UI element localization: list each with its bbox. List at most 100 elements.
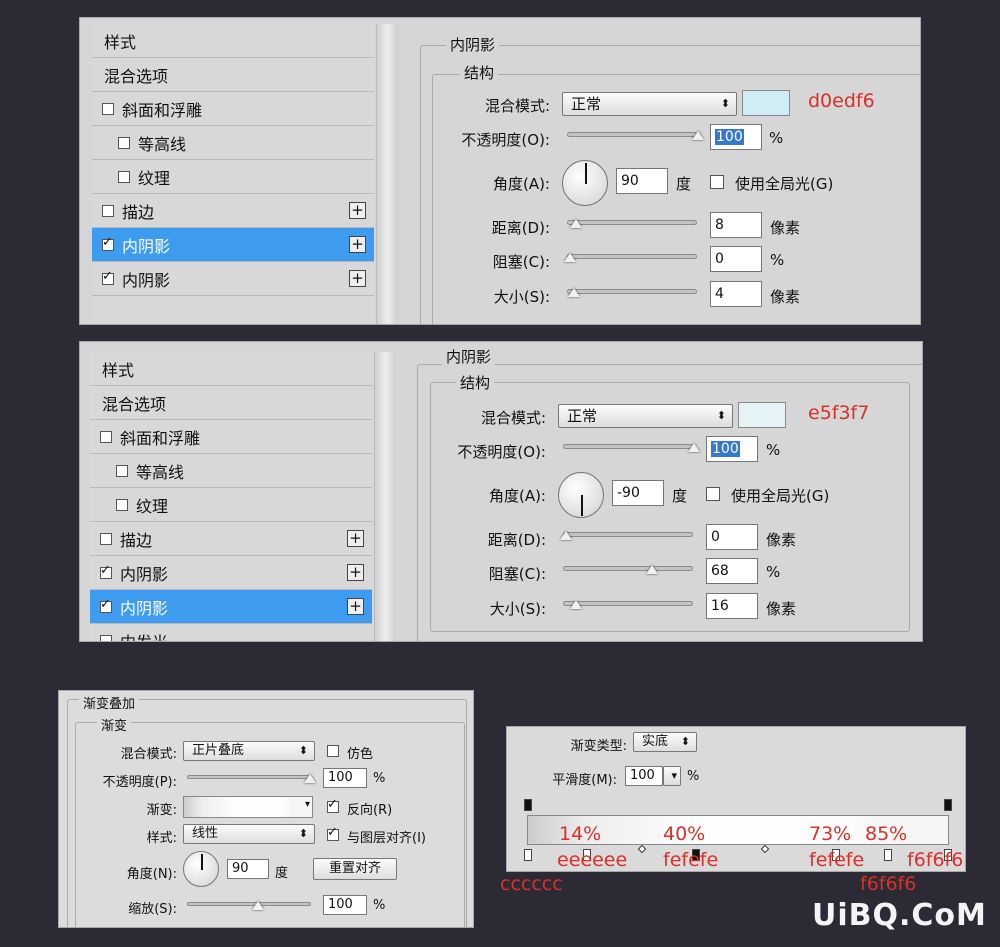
angle-input[interactable]: -90	[612, 480, 664, 506]
choke-input[interactable]: 68	[706, 558, 758, 584]
choke-slider[interactable]	[564, 253, 697, 262]
choke-slider[interactable]	[563, 565, 693, 574]
angle-input[interactable]: 90	[227, 859, 269, 879]
slider-thumb[interactable]	[570, 219, 582, 228]
distance-slider[interactable]	[560, 531, 693, 540]
add-icon[interactable]: +	[349, 236, 366, 253]
sidebar-item-contour[interactable]: 等高线	[92, 126, 374, 160]
reverse-checkbox[interactable]	[327, 797, 339, 813]
blend-mode-select[interactable]: 正常 ⬍	[562, 92, 737, 116]
opacity-input[interactable]: 100	[710, 124, 762, 150]
opacity-slider[interactable]	[563, 443, 700, 452]
checkbox[interactable]	[100, 430, 112, 443]
scrollbar[interactable]	[376, 24, 398, 324]
global-light-checkbox[interactable]	[706, 487, 720, 501]
gradient-type-select[interactable]: 实底 ⬍	[633, 732, 697, 752]
blend-mode-select[interactable]: 正常 ⬍	[558, 404, 733, 428]
sidebar-item-stroke[interactable]: 描边 +	[90, 522, 372, 556]
add-icon[interactable]: +	[347, 530, 364, 547]
sidebar-item-contour[interactable]: 等高线	[90, 454, 372, 488]
color-stop-85[interactable]	[884, 849, 892, 861]
checkbox[interactable]	[100, 532, 112, 545]
sidebar-item-label: 描边	[120, 530, 153, 550]
angle-dial[interactable]	[558, 472, 604, 518]
size-slider[interactable]	[563, 600, 693, 609]
distance-input[interactable]: 0	[706, 524, 758, 550]
sidebar-item-inner-shadow-2[interactable]: 内阴影 +	[92, 262, 374, 296]
sidebar-item-texture[interactable]: 纹理	[90, 488, 372, 522]
angle-dial[interactable]	[562, 160, 608, 206]
size-input[interactable]: 4	[710, 281, 762, 307]
midpoint-marker[interactable]	[760, 844, 770, 854]
size-input[interactable]: 16	[706, 593, 758, 619]
reset-align-button[interactable]: 重置对齐	[313, 858, 397, 880]
slider-thumb[interactable]	[560, 531, 572, 540]
shadow-color-swatch[interactable]	[738, 402, 786, 428]
checkbox[interactable]	[118, 170, 130, 183]
add-icon[interactable]: +	[349, 270, 366, 287]
sidebar-item-blending-options[interactable]: 混合选项	[92, 58, 374, 92]
size-slider[interactable]	[567, 288, 697, 297]
choke-input[interactable]: 0	[710, 246, 762, 272]
slider-thumb[interactable]	[692, 131, 704, 140]
sidebar-item-inner-shadow[interactable]: 内阴影 +	[90, 556, 372, 590]
sidebar-item-inner-shadow[interactable]: 内阴影 +	[92, 228, 374, 262]
checkbox[interactable]	[102, 204, 114, 217]
checkbox[interactable]	[100, 597, 112, 613]
add-icon[interactable]: +	[347, 598, 364, 615]
reset-align-label: 重置对齐	[328, 861, 381, 876]
shadow-color-swatch[interactable]	[742, 90, 790, 116]
slider-thumb[interactable]	[564, 253, 576, 262]
sidebar-item-blending-options[interactable]: 混合选项	[90, 386, 372, 420]
distance-label: 距离(D):	[487, 531, 546, 549]
checkbox[interactable]	[100, 634, 112, 641]
slider-thumb[interactable]	[252, 901, 264, 910]
opacity-slider[interactable]	[187, 774, 316, 783]
scale-slider[interactable]	[187, 901, 311, 910]
sidebar-item-texture[interactable]: 纹理	[92, 160, 374, 194]
slider-thumb[interactable]	[570, 600, 582, 609]
angle-dial[interactable]	[183, 851, 219, 887]
add-icon[interactable]: +	[349, 202, 366, 219]
sidebar-item-inner-glow[interactable]: 内发光	[90, 624, 372, 641]
smoothness-stepper[interactable]: ▾	[663, 766, 681, 786]
opacity-stop-right[interactable]	[944, 799, 952, 811]
sidebar-item-bevel-emboss[interactable]: 斜面和浮雕	[90, 420, 372, 454]
slider-thumb[interactable]	[646, 565, 658, 574]
sidebar-item-bevel-emboss[interactable]: 斜面和浮雕	[92, 92, 374, 126]
align-layer-checkbox[interactable]	[327, 825, 339, 841]
checkbox[interactable]	[116, 464, 128, 477]
checkbox[interactable]	[118, 136, 130, 149]
checkbox[interactable]	[100, 563, 112, 579]
sidebar-item-inner-shadow-2[interactable]: 内阴影 +	[90, 590, 372, 624]
scrollbar[interactable]	[374, 352, 396, 641]
add-icon[interactable]: +	[347, 564, 364, 581]
checkbox[interactable]	[116, 498, 128, 511]
checkbox[interactable]	[102, 269, 114, 285]
distance-input[interactable]: 8	[710, 212, 762, 238]
checkbox[interactable]	[102, 102, 114, 115]
angle-input[interactable]: 90	[616, 168, 668, 194]
sidebar-item-styles[interactable]: 样式	[90, 352, 372, 386]
distance-slider[interactable]	[567, 219, 697, 228]
opacity-input[interactable]: 100	[323, 768, 367, 788]
opacity-stop-left[interactable]	[524, 799, 532, 811]
smoothness-input[interactable]: 100	[625, 766, 663, 786]
slider-thumb[interactable]	[568, 288, 580, 297]
scale-input[interactable]: 100	[323, 895, 367, 915]
color-stop-0[interactable]	[524, 849, 532, 861]
sidebar-item-stroke[interactable]: 描边 +	[92, 194, 374, 228]
global-light-checkbox[interactable]	[710, 175, 724, 189]
checkbox[interactable]	[102, 235, 114, 251]
style-select[interactable]: 线性 ⬍	[183, 824, 315, 844]
dither-checkbox[interactable]	[327, 745, 339, 757]
sidebar-item-styles[interactable]: 样式	[92, 24, 374, 58]
blend-mode-select[interactable]: 正片叠底 ⬍	[183, 741, 315, 761]
opacity-input[interactable]: 100	[706, 436, 758, 462]
slider-thumb[interactable]	[304, 774, 316, 783]
gradient-preview[interactable]: ▾	[183, 796, 313, 818]
midpoint-marker[interactable]	[637, 844, 647, 854]
size-value: 4	[715, 286, 724, 302]
slider-thumb[interactable]	[688, 443, 700, 452]
opacity-slider[interactable]	[567, 131, 704, 140]
